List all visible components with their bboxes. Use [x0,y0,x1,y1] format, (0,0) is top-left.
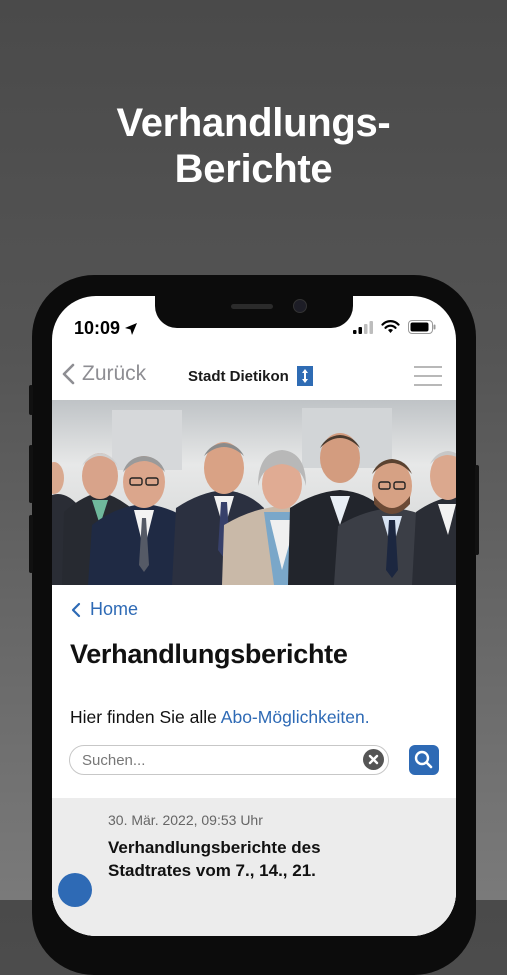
item-marker-icon [58,873,92,907]
intro-text-label: Hier finden Sie alle [70,707,221,727]
list-item[interactable]: 30. Mär. 2022, 09:53 Uhr Verhandlungsber… [52,798,456,936]
chevron-left-icon [62,363,75,385]
mute-switch [29,385,33,415]
cellular-signal-icon [353,320,373,334]
phone-frame: 10:09 Zurück Stadt Dietikon Home Verhand… [29,275,479,975]
status-time: 10:09 [74,318,138,339]
search-icon [414,750,433,769]
back-button[interactable]: Zurück [60,362,146,386]
front-camera [293,299,307,313]
home-breadcrumb[interactable]: Home [70,599,138,620]
city-council-group-photo [52,400,456,585]
hero-photo [52,400,456,585]
battery-icon [408,320,436,334]
home-breadcrumb-label: Home [90,599,139,619]
search-bar [69,745,439,777]
volume-down-button [29,515,33,573]
promo-title-line-2: Berichte [174,147,333,191]
promo-title-line-1: Verhandlungs- [116,101,391,145]
subscription-options-link[interactable]: Abo-Möglichkeiten. [221,707,370,727]
camera-notch [155,296,353,328]
volume-up-button [29,445,33,503]
page-title: Verhandlungsberichte [70,639,348,669]
page-content: Home Verhandlungsberichte Hier finden Si… [52,585,456,936]
phone-screen: 10:09 Zurück Stadt Dietikon Home Verhand… [52,296,456,936]
status-icons [353,320,436,334]
item-date: 30. Mär. 2022, 09:53 Uhr [108,812,263,828]
back-button-label: Zurück [82,362,147,385]
hamburger-menu-icon[interactable] [414,366,442,386]
brand[interactable]: Stadt Dietikon [188,366,313,386]
close-icon [368,754,379,765]
promo-title: Verhandlungs- Berichte [0,100,507,192]
clear-search-icon[interactable] [363,749,384,770]
search-input[interactable] [69,745,389,775]
status-time-text: 10:09 [74,318,121,338]
chevron-left-icon [71,602,81,617]
earpiece-speaker [231,304,273,309]
search-button[interactable] [409,745,439,775]
wifi-icon [381,320,400,333]
location-arrow-icon [125,322,138,335]
item-title: Verhandlungsberichte des Stadtrates vom … [108,838,321,880]
intro-text: Hier finden Sie alle Abo-Möglichkeiten. [70,707,370,728]
app-navbar: Zurück Stadt Dietikon [52,354,456,400]
city-coat-of-arms-icon [296,366,313,386]
power-button [475,465,479,555]
brand-name: Stadt Dietikon [188,367,289,385]
